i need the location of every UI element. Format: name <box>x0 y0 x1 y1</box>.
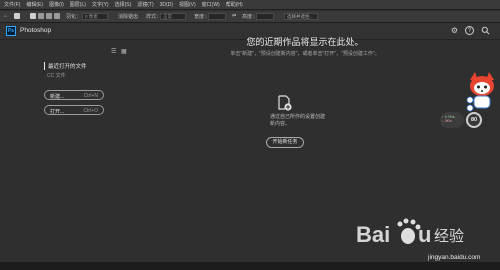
gear-icon[interactable]: ⚙ <box>450 26 459 35</box>
cc-files-link[interactable]: CC 文件 <box>47 72 66 79</box>
menu-bar: 文件(F) 编辑(E) 图像(I) 图层(L) 文字(Y) 选择(S) 滤镜(T… <box>0 0 500 10</box>
menu-3d[interactable]: 3D(D) <box>160 2 173 8</box>
height-input[interactable] <box>256 13 274 20</box>
menu-type[interactable]: 文字(Y) <box>92 1 109 8</box>
svg-text:u: u <box>418 222 431 247</box>
menu-help[interactable]: 帮助(H) <box>226 1 243 8</box>
subtract-selection-icon[interactable] <box>46 13 52 19</box>
recent-files-title: 最近打开的文件 <box>44 62 87 70</box>
photoshop-logo: Ps <box>6 26 16 36</box>
select-and-mask-button[interactable]: 选择并遮住... <box>284 13 318 20</box>
width-input[interactable] <box>208 13 226 20</box>
open-button-label: 打开... <box>50 109 65 115</box>
height-label: 高度： <box>242 14 258 20</box>
menu-filter[interactable]: 滤镜(T) <box>137 1 153 8</box>
new-document-description-line2: 新内容。 <box>270 120 291 127</box>
style-select[interactable]: 正常 <box>160 13 186 20</box>
menu-layer[interactable]: 图层(L) <box>70 1 86 8</box>
menu-edit[interactable]: 编辑(E) <box>26 1 43 8</box>
width-label: 宽度： <box>194 14 210 20</box>
new-selection-icon[interactable] <box>30 13 36 19</box>
style-label: 样式： <box>146 14 162 20</box>
antialias-checkbox[interactable]: 消除锯齿 <box>118 13 138 20</box>
marquee-tool-icon[interactable] <box>14 13 20 19</box>
menu-window[interactable]: 窗口(W) <box>202 1 220 8</box>
start-new-button[interactable]: 开始新任务 <box>266 137 304 148</box>
options-bar: ⌂ 羽化： 0 像素 消除锯齿 样式： 正常 宽度： ⇄ 高度： 选择并遮住..… <box>0 11 500 23</box>
intersect-selection-icon[interactable] <box>54 13 60 19</box>
open-button[interactable]: 打开... Ctrl+O <box>44 105 104 115</box>
new-button[interactable]: 新建... Ctrl+N <box>44 90 104 100</box>
recent-work-heading: 您的近期作品将显示在此处。 <box>246 37 364 47</box>
watermark-url: jingyan.baidu.com <box>428 254 481 261</box>
svg-text:Bai: Bai <box>356 222 390 247</box>
new-document-icon <box>278 95 292 111</box>
swap-icon[interactable]: ⇄ <box>232 13 236 19</box>
menu-view[interactable]: 视图(V) <box>179 1 196 8</box>
new-button-shortcut: Ctrl+N <box>83 93 98 99</box>
add-selection-icon[interactable] <box>38 13 44 19</box>
new-document-description: 通过自己所作的设置创建 新内容。 <box>270 114 340 127</box>
svg-text:经验: 经验 <box>434 227 464 245</box>
new-button-label: 新建... <box>50 94 65 100</box>
percent-badge[interactable]: 80 <box>466 112 482 128</box>
menu-image[interactable]: 图像(I) <box>49 1 64 8</box>
mascot-sticker[interactable] <box>466 72 498 114</box>
search-icon[interactable] <box>481 26 490 35</box>
grid-view-icon[interactable]: ▦ <box>121 48 127 55</box>
menu-select[interactable]: 选择(S) <box>115 1 132 8</box>
menu-file[interactable]: 文件(F) <box>4 1 20 8</box>
list-view-icon[interactable]: ☰ <box>111 48 116 55</box>
home-icon[interactable]: ⌂ <box>4 13 7 19</box>
feather-label: 羽化： <box>66 14 82 20</box>
app-title: Photoshop <box>20 27 52 34</box>
recent-work-subtext: 单击"新建"，"预设创建新内容"，或者单击"打开"，"预设创建工作"。 <box>230 51 380 57</box>
taskbar-strip <box>0 262 500 270</box>
download-speed: ↓ 3K/s <box>442 119 452 123</box>
help-icon[interactable]: ? <box>465 26 474 35</box>
network-speed-widget: ↑ 0.7K/s ↓ 3K/s <box>440 112 464 128</box>
feather-input[interactable]: 0 像素 <box>82 13 108 20</box>
open-button-shortcut: Ctrl+O <box>83 108 98 114</box>
